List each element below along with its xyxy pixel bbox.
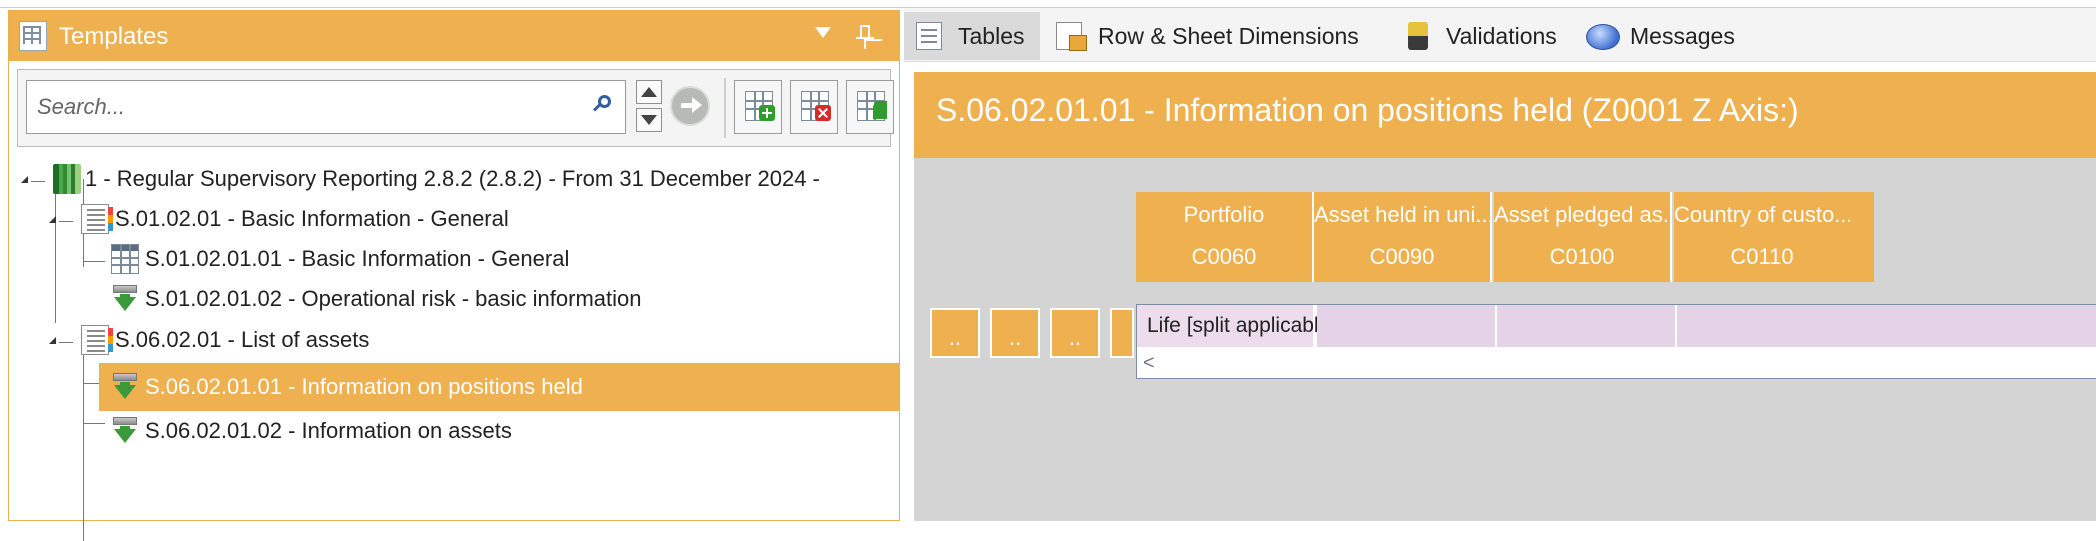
- z-axis-button[interactable]: ..: [1050, 308, 1100, 358]
- tree-item-label: S.06.02.01.02 - Information on assets: [145, 418, 512, 443]
- templates-icon: [19, 21, 47, 51]
- tab-label: Messages: [1630, 23, 1735, 49]
- tree-item-label: S.01.02.01.01 - Basic Information - Gene…: [145, 246, 570, 271]
- search-input[interactable]: [35, 91, 579, 123]
- tables-icon: [916, 22, 942, 50]
- add-table-button[interactable]: [734, 80, 782, 134]
- table-title: S.06.02.01.01 - Information on positions…: [936, 92, 1799, 128]
- column-label: Asset pledged as...: [1494, 202, 1670, 227]
- column-header[interactable]: Country of custo... C0110: [1674, 192, 1874, 282]
- book-icon: [53, 164, 81, 194]
- templates-panel-header: Templates: [9, 11, 899, 61]
- tab-messages[interactable]: Messages: [1576, 12, 1746, 60]
- panel-dropdown-icon[interactable]: [815, 27, 831, 38]
- column-label: Asset held in uni...: [1314, 202, 1490, 227]
- tree-item-label: S.06.02.01.01 - Information on positions…: [145, 374, 583, 399]
- tab-label: Row & Sheet Dimensions: [1098, 23, 1359, 49]
- data-cell[interactable]: [1497, 305, 1677, 347]
- tree-item[interactable]: S.01.02.01.01 - Basic Information - Gene…: [9, 239, 899, 279]
- pin-icon[interactable]: [856, 23, 876, 49]
- templates-panel-title: Templates: [59, 23, 169, 50]
- previous-result-button[interactable]: [636, 80, 662, 104]
- tab-validations[interactable]: Validations: [1392, 12, 1566, 60]
- open-table-icon: [111, 285, 139, 315]
- open-table-icon: [111, 373, 139, 403]
- search-box: [26, 80, 626, 134]
- delete-table-button[interactable]: [790, 80, 838, 134]
- templates-tree: 1 - Regular Supervisory Reporting 2.8.2 …: [9, 159, 899, 541]
- tree-item-label: S.01.02.01 - Basic Information - General: [115, 206, 509, 231]
- column-header[interactable]: Portfolio C0060: [1136, 192, 1314, 282]
- column-code: C0060: [1191, 244, 1257, 269]
- tab-label: Validations: [1446, 23, 1557, 49]
- z-axis-button[interactable]: ..: [930, 308, 980, 358]
- table-panel: Tables Row & Sheet Dimensions Validation…: [904, 8, 2096, 521]
- edit-table-button[interactable]: [846, 80, 894, 134]
- tree-item-label: 1 - Regular Supervisory Reporting 2.8.2 …: [85, 166, 820, 191]
- scroll-left-icon[interactable]: <: [1143, 353, 1157, 373]
- list-icon: [81, 325, 113, 355]
- dimensions-icon: [1056, 22, 1087, 51]
- column-code: C0100: [1549, 244, 1615, 269]
- collapse-icon[interactable]: [49, 337, 56, 344]
- open-table-icon: [111, 417, 139, 447]
- row-key-cell[interactable]: Life [split applicable]: [1137, 305, 1336, 347]
- tab-label: Tables: [958, 23, 1025, 49]
- collapse-icon[interactable]: [21, 176, 28, 183]
- column-label: Portfolio: [1183, 202, 1265, 227]
- tree-item[interactable]: 1 - Regular Supervisory Reporting 2.8.2 …: [9, 159, 899, 199]
- collapse-icon[interactable]: [49, 216, 56, 223]
- horizontal-scrollbar[interactable]: <: [1136, 348, 2096, 379]
- tree-item[interactable]: S.01.02.01.02 - Operational risk - basic…: [9, 279, 899, 319]
- column-code: C0110: [1730, 244, 1794, 269]
- z-axis-button[interactable]: ..: [990, 308, 1040, 358]
- data-cell[interactable]: [1317, 305, 1497, 347]
- tree-item-label: S.06.02.01 - List of assets: [115, 327, 370, 352]
- column-label: Country of custo...: [1674, 202, 1850, 227]
- table-row: Life [split applicable]: [1136, 304, 2096, 350]
- search-icon[interactable]: [592, 95, 614, 119]
- table-icon: [111, 244, 139, 274]
- table-content-area: S.06.02.01.01 - Information on positions…: [914, 72, 2096, 521]
- tree-item[interactable]: S.06.02.01.02 - Information on assets: [9, 411, 899, 451]
- data-cell[interactable]: [1677, 305, 2096, 347]
- tab-tables[interactable]: Tables: [904, 12, 1040, 60]
- column-code: C0090: [1369, 244, 1435, 269]
- tree-item-selected[interactable]: S.06.02.01.01 - Information on positions…: [99, 363, 899, 411]
- column-header[interactable]: Asset pledged as... C0100: [1494, 192, 1672, 282]
- next-result-button[interactable]: [636, 108, 662, 132]
- tree-item-label: S.01.02.01.02 - Operational risk - basic…: [145, 286, 642, 311]
- window-top-edge: [0, 0, 2096, 8]
- go-arrow-button[interactable]: [670, 86, 710, 126]
- column-header[interactable]: Asset held in uni... C0090: [1314, 192, 1492, 282]
- validations-icon: [1408, 22, 1428, 50]
- search-toolbar: [17, 69, 894, 147]
- templates-panel: Templates Search... 1 - Regular Supervis…: [8, 10, 900, 541]
- tree-item[interactable]: S.06.02.01 - List of assets: [9, 320, 899, 360]
- toolbar-separator: [724, 78, 726, 138]
- tab-strip: Tables Row & Sheet Dimensions Validation…: [904, 8, 2096, 62]
- tree-item[interactable]: S.01.02.01 - Basic Information - General: [9, 199, 899, 239]
- messages-icon: [1586, 24, 1620, 50]
- z-axis-button[interactable]: [1110, 308, 1134, 358]
- tab-row-sheet-dimensions[interactable]: Row & Sheet Dimensions: [1044, 12, 1370, 60]
- list-icon: [81, 204, 113, 234]
- table-title-bar: S.06.02.01.01 - Information on positions…: [914, 72, 2096, 158]
